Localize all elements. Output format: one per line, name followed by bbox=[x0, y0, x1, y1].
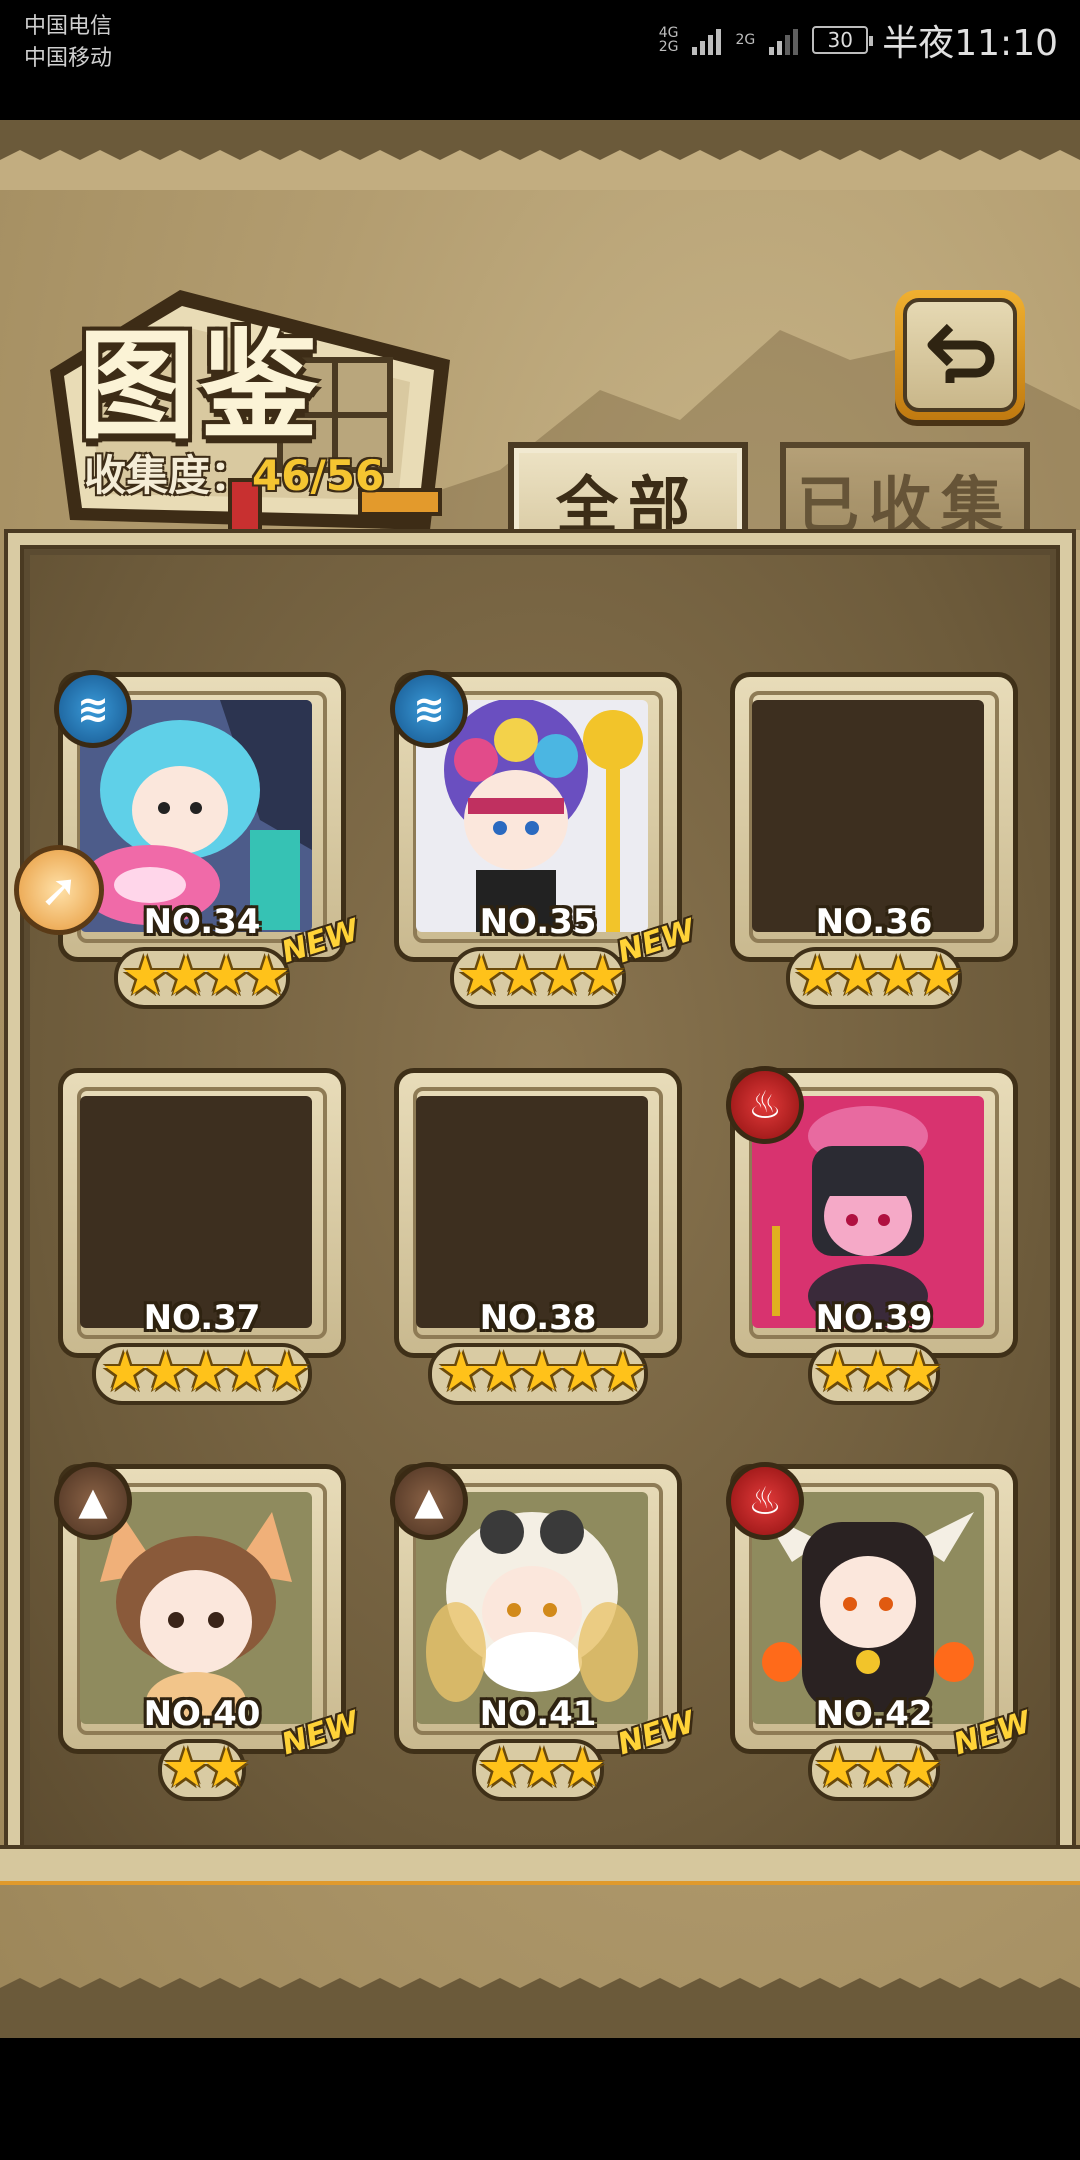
collection-value: 46/56 bbox=[252, 451, 385, 500]
torn-edge-bottom bbox=[0, 1948, 1080, 2038]
character-card-38[interactable]: NO.38 ★★★★★ bbox=[388, 1068, 688, 1408]
character-card-36[interactable]: NO.36 ★★★★ bbox=[724, 672, 1024, 1012]
flame-element-icon: ♨ bbox=[726, 1462, 804, 1540]
star-rating: ★★★★★ bbox=[100, 1340, 311, 1403]
card-number: NO.38 bbox=[479, 1298, 597, 1338]
character-card-41[interactable]: ▲ NO.41 ★★★ NEW bbox=[388, 1462, 699, 1804]
arrow-tag-icon[interactable]: ➚ bbox=[14, 845, 104, 935]
carrier-2: 中国移动 bbox=[24, 46, 113, 71]
card-number: NO.37 bbox=[143, 1298, 261, 1338]
card-number: NO.39 bbox=[815, 1298, 933, 1338]
collection-label: 收集度： bbox=[84, 451, 253, 500]
water-element-icon: ≋ bbox=[390, 670, 468, 748]
clock: 半夜11:10 bbox=[882, 23, 1058, 64]
torn-edge-top bbox=[0, 120, 1080, 190]
character-card-37[interactable]: NO.37 ★★★★★ bbox=[52, 1068, 352, 1408]
character-card-40[interactable]: ▲ NO.40 ★★ NEW bbox=[52, 1462, 363, 1804]
character-card-42[interactable]: ♨ NO.42 ★★★ NEW bbox=[724, 1462, 1035, 1804]
locked-portrait bbox=[80, 1096, 312, 1328]
character-card-34[interactable]: ≋ NO.34 ★★★★ NEW bbox=[52, 670, 363, 1012]
character-card-39[interactable]: ♨ NO.39 ★★★ bbox=[724, 1066, 1024, 1408]
signal-icon-2 bbox=[769, 25, 799, 55]
water-element-icon: ≋ bbox=[54, 670, 132, 748]
network-type-4g: 4G 2G bbox=[658, 25, 679, 55]
collection-progress: 收集度：46/56 bbox=[84, 442, 384, 503]
carrier-1: 中国电信 bbox=[24, 14, 113, 39]
game-screen: 图鉴 收集度：46/56 全部 已收集 ≋ NO.34 ★★★★ NEW ≋ N… bbox=[0, 120, 1080, 2038]
star-rating: ★★★ bbox=[813, 1340, 942, 1403]
back-button[interactable] bbox=[895, 290, 1025, 420]
battery-icon: 30 bbox=[812, 26, 874, 54]
signal-icon bbox=[692, 25, 722, 55]
star-rating: ★★★★★ bbox=[436, 1340, 647, 1403]
return-arrow-icon bbox=[927, 323, 995, 383]
mountain-element-icon: ▲ bbox=[54, 1462, 132, 1540]
mountain-element-icon: ▲ bbox=[390, 1462, 468, 1540]
network-type-2g: 2G bbox=[735, 32, 756, 48]
character-card-35[interactable]: ≋ NO.35 ★★★★ NEW bbox=[388, 670, 699, 1012]
page-title: 图鉴 bbox=[78, 316, 323, 455]
locked-portrait bbox=[752, 700, 984, 932]
locked-portrait bbox=[416, 1096, 648, 1328]
status-bar: 中国电信 中国移动 4G 2G 2G 30 半夜11:10 bbox=[0, 0, 1080, 120]
star-rating: ★★★★ bbox=[793, 944, 963, 1007]
card-number: NO.36 bbox=[815, 902, 933, 942]
flame-element-icon: ♨ bbox=[726, 1066, 804, 1144]
panel-bottom-bar bbox=[0, 1845, 1080, 1885]
